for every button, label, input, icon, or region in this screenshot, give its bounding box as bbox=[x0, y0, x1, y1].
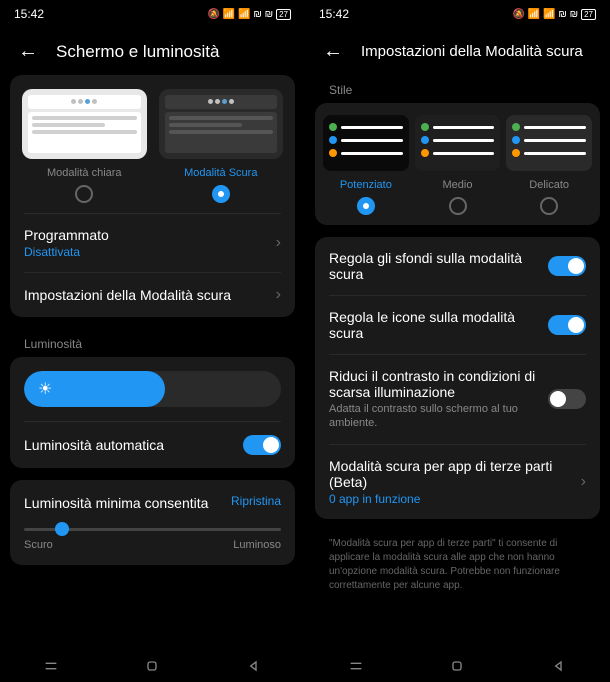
slider-dark-label: Scuro bbox=[24, 539, 53, 551]
min-brightness-card: Luminosità minima consentita Ripristina … bbox=[10, 480, 295, 565]
gentle-preview bbox=[506, 115, 592, 171]
light-label: Modalità chiara bbox=[22, 167, 147, 179]
status-bar: 15:42 🔕 📶 📶 ₪ ₪ 27 bbox=[305, 0, 610, 28]
footer-note: "Modalità scura per app di terze parti" … bbox=[315, 531, 600, 607]
brightness-section-label: Luminosità bbox=[10, 329, 295, 357]
reduce-contrast-item: Riduci il contrasto in condizioni di sca… bbox=[315, 355, 600, 444]
third-party-item[interactable]: Modalità scura per app di terze parti (B… bbox=[315, 445, 600, 519]
chevron-right-icon: › bbox=[276, 234, 281, 252]
page-title: Schermo e luminosità bbox=[56, 42, 219, 62]
adjust-icons-item: Regola le icone sulla modalità scura bbox=[315, 296, 600, 354]
status-bar: 15:42 🔕 📶 📶 ₪ ₪ 27 bbox=[0, 0, 305, 28]
light-preview bbox=[22, 89, 147, 159]
style-gentle[interactable]: Delicato bbox=[506, 115, 592, 215]
theme-card: Modalità chiara Modalità Scura bbox=[10, 75, 295, 317]
enhanced-radio[interactable] bbox=[357, 197, 375, 215]
chevron-right-icon: › bbox=[276, 286, 281, 304]
sun-icon: ☀ bbox=[38, 379, 52, 399]
style-section-label: Stile bbox=[315, 75, 600, 103]
nav-bar bbox=[0, 650, 305, 682]
nav-back-icon[interactable] bbox=[246, 658, 262, 674]
status-icons: 🔕 📶 📶 ₪ ₪ 27 bbox=[513, 9, 596, 20]
recent-icon[interactable] bbox=[43, 658, 59, 674]
contrast-toggle[interactable] bbox=[548, 389, 586, 409]
back-icon[interactable]: ← bbox=[323, 40, 343, 63]
home-icon[interactable] bbox=[449, 658, 465, 674]
medium-radio[interactable] bbox=[449, 197, 467, 215]
medium-preview bbox=[415, 115, 501, 171]
nav-bar bbox=[305, 650, 610, 682]
home-icon[interactable] bbox=[144, 658, 160, 674]
theme-option-light[interactable]: Modalità chiara bbox=[22, 89, 147, 203]
recent-icon[interactable] bbox=[348, 658, 364, 674]
options-card: Regola gli sfondi sulla modalità scura R… bbox=[315, 237, 600, 519]
gentle-radio[interactable] bbox=[540, 197, 558, 215]
dark-settings-item[interactable]: Impostazioni della Modalità scura › bbox=[10, 273, 295, 317]
dark-radio[interactable] bbox=[212, 185, 230, 203]
auto-brightness-toggle[interactable] bbox=[243, 435, 281, 455]
right-screen: 15:42 🔕 📶 📶 ₪ ₪ 27 ← Impostazioni della … bbox=[305, 0, 610, 682]
style-medium[interactable]: Medio bbox=[415, 115, 501, 215]
dark-preview bbox=[159, 89, 284, 159]
auto-brightness-item: Luminosità automatica bbox=[10, 422, 295, 468]
status-time: 15:42 bbox=[14, 7, 44, 21]
dark-label: Modalità Scura bbox=[159, 167, 284, 179]
slider-light-label: Luminoso bbox=[233, 539, 281, 551]
wallpaper-toggle[interactable] bbox=[548, 256, 586, 276]
style-card: Potenziato Medio bbox=[315, 103, 600, 225]
nav-back-icon[interactable] bbox=[551, 658, 567, 674]
theme-option-dark[interactable]: Modalità Scura bbox=[159, 89, 284, 203]
page-title: Impostazioni della Modalità scura bbox=[361, 43, 583, 60]
status-time: 15:42 bbox=[319, 7, 349, 21]
icons-toggle[interactable] bbox=[548, 315, 586, 335]
min-brightness-slider[interactable] bbox=[24, 528, 281, 531]
header: ← Schermo e luminosità bbox=[0, 28, 305, 75]
status-icons: 🔕 📶 📶 ₪ ₪ 27 bbox=[208, 9, 291, 20]
enhanced-preview bbox=[323, 115, 409, 171]
light-radio[interactable] bbox=[75, 185, 93, 203]
reset-button[interactable]: Ripristina bbox=[231, 494, 281, 508]
left-screen: 15:42 🔕 📶 📶 ₪ ₪ 27 ← Schermo e luminosit… bbox=[0, 0, 305, 682]
scheduled-item[interactable]: Programmato Disattivata › bbox=[10, 214, 295, 272]
brightness-card: ☀ Luminosità automatica bbox=[10, 357, 295, 468]
chevron-right-icon: › bbox=[581, 473, 586, 491]
min-brightness-title: Luminosità minima consentita bbox=[24, 494, 208, 512]
header: ← Impostazioni della Modalità scura bbox=[305, 28, 610, 75]
style-enhanced[interactable]: Potenziato bbox=[323, 115, 409, 215]
back-icon[interactable]: ← bbox=[18, 40, 38, 63]
adjust-wallpaper-item: Regola gli sfondi sulla modalità scura bbox=[315, 237, 600, 295]
brightness-slider[interactable]: ☀ bbox=[24, 371, 281, 407]
